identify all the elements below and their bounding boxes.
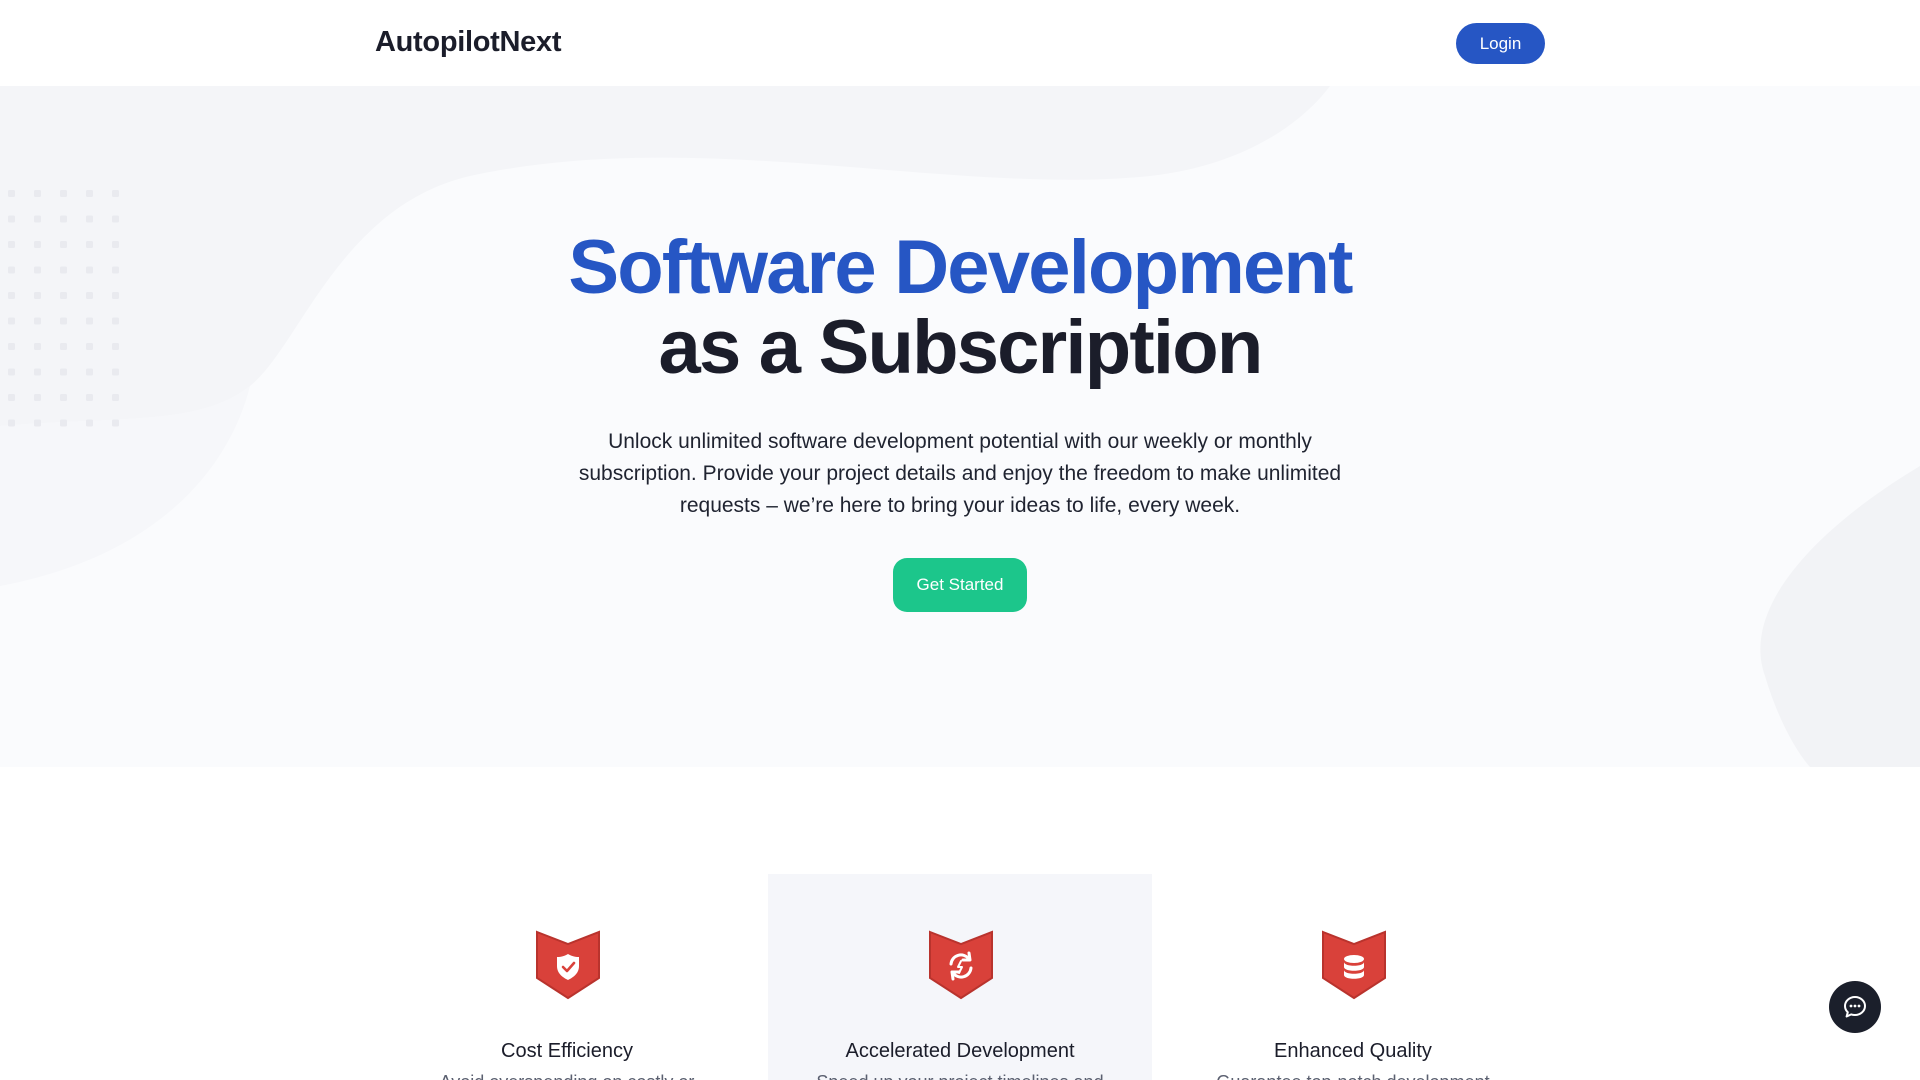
chat-bubble-icon: [1844, 996, 1866, 1018]
database-icon: [1322, 930, 1386, 1000]
feature-title: Enhanced Quality: [1274, 1040, 1432, 1062]
feature-title: Cost Efficiency: [501, 1040, 633, 1062]
site-header: AutopilotNext Login: [0, 0, 1920, 86]
feature-card-cost-efficiency: Cost Efficiency Avoid overspending on co…: [375, 874, 759, 1080]
landing-page: AutopilotNext Login Software Development…: [0, 0, 1920, 1080]
feature-title: Accelerated Development: [845, 1040, 1075, 1062]
features-section: Cost Efficiency Avoid overspending on co…: [0, 767, 1920, 1080]
shield-check-icon: [536, 930, 600, 1000]
brand-logo[interactable]: AutopilotNext: [375, 26, 561, 59]
refresh-icon: [929, 930, 993, 1000]
get-started-button[interactable]: Get Started: [893, 558, 1027, 612]
hero-title: Software Development as a Subscription: [0, 228, 1920, 388]
feature-card-enhanced-quality: Enhanced Quality Guarantee top-notch dev…: [1161, 874, 1545, 1080]
feature-description: Speed up your project timelines and: [768, 1072, 1152, 1080]
feature-card-accelerated-development: Accelerated Development Speed up your pr…: [768, 874, 1152, 1080]
login-button[interactable]: Login: [1456, 23, 1545, 64]
hero-description: Unlock unlimited software development po…: [578, 430, 1342, 517]
hero-title-main: as a Subscription: [658, 305, 1264, 390]
feature-description: Avoid overspending on costly or: [375, 1072, 759, 1080]
feature-description: Guarantee top-notch development: [1161, 1072, 1545, 1080]
chat-button[interactable]: [1829, 981, 1881, 1033]
hero-title-highlight: Software Development: [568, 225, 1353, 310]
hero-section: Software Development as a Subscription U…: [0, 86, 1920, 767]
